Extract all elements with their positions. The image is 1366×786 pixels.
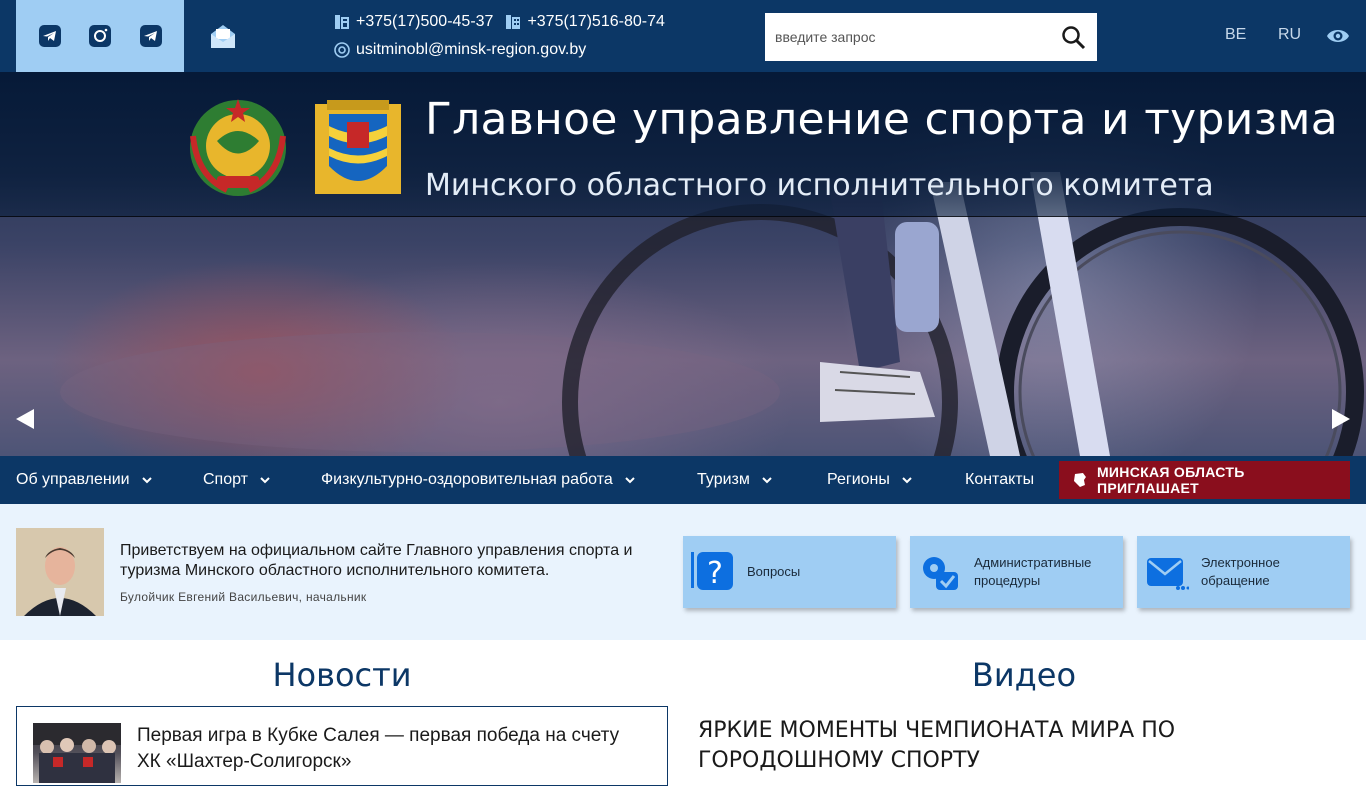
contact-info: +375(17)500-45-37 +375(17)516-80-74 usit… [334,10,665,66]
svg-text:?: ? [707,556,723,591]
video-title[interactable]: ЯРКИЕ МОМЕНТЫ ЧЕМПИОНАТА МИРА ПО ГОРОДОШ… [698,716,1348,776]
phone-icon [335,15,349,29]
chevron-down-icon [625,477,635,484]
nav-item-fitness[interactable]: Физкультурно-оздоровительная работа [321,456,635,504]
news-card[interactable]: Первая игра в Кубке Салея — первая побед… [16,706,668,786]
email-link[interactable]: usitminobl@minsk-region.gov.by [334,38,665,62]
news-heading: Новости [272,656,412,694]
admin-procedures-tile[interactable]: Административные процедуры [910,536,1123,608]
chevron-down-icon [762,477,772,484]
minsk-region-emblem [315,100,401,194]
social-links [16,0,184,72]
arrow-left-icon[interactable] [14,408,36,430]
email-appeal-icon [1147,558,1189,590]
top-bar: +375(17)500-45-37 +375(17)516-80-74 usit… [0,0,1366,72]
hero-banner: Главное управление спорта и туризма Минс… [0,72,1366,456]
arrow-right-icon[interactable] [1330,408,1352,430]
instagram-icon[interactable] [88,24,112,48]
video-heading: Видео [971,656,1077,694]
fax-icon [506,15,521,29]
chevron-down-icon [902,477,912,484]
nav-item-regions[interactable]: Регионы [827,456,912,504]
chevron-down-icon [260,477,270,484]
search-box [765,13,1097,61]
head-photo [16,528,104,616]
region-map-icon [1073,473,1086,487]
site-subtitle: Минского областного исполнительного коми… [425,168,1214,203]
belarus-emblem [190,99,286,196]
admin-procedures-icon [923,557,958,590]
email-appeal-tile[interactable]: Электронное обращение [1137,536,1350,608]
question-icon: ? [691,552,733,591]
lang-be[interactable]: BE [1225,26,1246,44]
nav-item-contacts[interactable]: Контакты [965,456,1034,504]
invite-button[interactable]: МИНСКАЯ ОБЛАСТЬ ПРИГЛАШАЕТ [1059,461,1350,499]
welcome-text: Приветствуем на официальном сайте Главно… [120,542,633,579]
phone-2[interactable]: +375(17)516-80-74 [505,13,665,31]
search-input[interactable] [765,13,1055,61]
welcome-signature: Булойчик Евгений Васильевич, начальник [120,590,367,604]
eye-icon[interactable] [1326,24,1350,48]
news-title[interactable]: Первая игра в Кубке Салея — первая побед… [137,723,637,775]
phone-1[interactable]: +375(17)500-45-37 [334,13,493,31]
at-sign-icon [334,42,350,58]
telegram-icon[interactable] [38,24,62,48]
nav-item-tourism[interactable]: Туризм [697,456,772,504]
nav-item-sport[interactable]: Спорт [203,456,270,504]
site-title: Главное управление спорта и туризма [425,94,1339,145]
open-mail-icon[interactable] [209,22,237,50]
chevron-down-icon [141,477,152,484]
questions-tile[interactable]: ? Вопросы [683,536,896,608]
telegram-icon[interactable] [139,24,163,48]
welcome-section: Приветствуем на официальном сайте Главно… [0,504,1366,640]
news-thumbnail [33,723,121,783]
search-icon[interactable] [1061,25,1087,51]
nav-item-about[interactable]: Об управлении [16,456,152,504]
lang-ru[interactable]: RU [1278,26,1301,44]
